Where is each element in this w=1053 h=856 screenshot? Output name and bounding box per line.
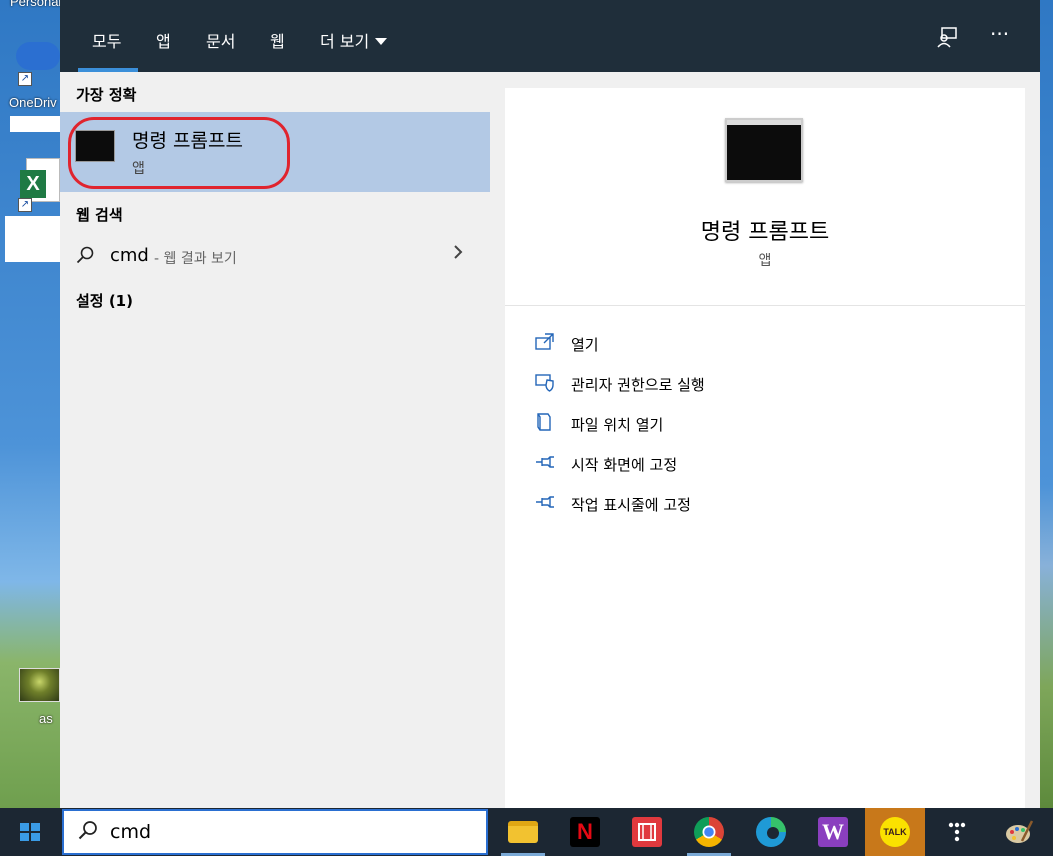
open-icon	[535, 332, 555, 352]
action-open-label: 열기	[571, 336, 599, 354]
action-open-file-location[interactable]: 파일 위치 열기	[535, 410, 995, 440]
web-result-hint: - 웹 결과 보기	[154, 251, 237, 267]
taskbar: N W TALK	[0, 808, 1053, 856]
action-open-file-location-label: 파일 위치 열기	[571, 416, 664, 434]
taskbar-paint[interactable]	[989, 808, 1049, 856]
tab-more[interactable]: 더 보기	[320, 28, 388, 52]
preview-subtitle: 앱	[758, 253, 772, 269]
excel-icon[interactable]: X	[20, 170, 46, 198]
chevron-down-icon	[375, 38, 388, 45]
feedback-icon[interactable]	[936, 26, 958, 53]
tab-all[interactable]: 모두	[92, 28, 121, 52]
onedrive-icon[interactable]	[16, 42, 60, 70]
taskbar-netflix[interactable]: N	[555, 808, 615, 856]
desktop-label-onedrive: OneDriv	[9, 95, 57, 110]
paint-icon	[1004, 817, 1034, 847]
preview-pane: 명령 프롬프트 앱 열기 관리자 권한으로 실행 파일 위치 열기 시작 화면에…	[505, 88, 1025, 808]
chevron-right-icon[interactable]	[452, 242, 464, 267]
shortcut-arrow-icon: ↗	[18, 198, 32, 212]
web-result-query: cmd	[110, 245, 149, 266]
taskbar-file-explorer[interactable]	[493, 808, 553, 856]
web-search-result[interactable]: cmd - 웹 결과 보기	[60, 238, 490, 274]
dots-app-icon	[942, 817, 972, 847]
taskbar-edge[interactable]	[741, 808, 801, 856]
tab-more-label: 더 보기	[320, 32, 370, 51]
tab-documents[interactable]: 문서	[206, 28, 235, 52]
desktop-label-photo: as	[39, 711, 53, 726]
taskbar-dots-app[interactable]	[927, 808, 987, 856]
search-input[interactable]	[110, 821, 470, 843]
highlight-annotation	[68, 117, 290, 189]
netflix-icon: N	[570, 817, 600, 847]
pin-icon	[535, 492, 555, 512]
tab-apps[interactable]: 앱	[156, 28, 171, 52]
tab-web[interactable]: 웹	[270, 28, 285, 52]
windows-logo-icon	[20, 823, 40, 841]
search-icon	[76, 246, 94, 269]
more-options-icon[interactable]: ···	[990, 22, 1009, 46]
action-pin-to-taskbar-label: 작업 표시줄에 고정	[571, 496, 691, 514]
action-run-as-admin-label: 관리자 권한으로 실행	[571, 376, 705, 394]
shortcut-arrow-icon: ↗	[18, 72, 32, 86]
taskbar-chrome[interactable]	[679, 808, 739, 856]
results-column: 가장 정확 명령 프롬프트 앱 웹 검색 cmd - 웹 결과 보기 설정 (1…	[60, 72, 490, 808]
file-explorer-icon	[508, 821, 538, 843]
action-open[interactable]: 열기	[535, 330, 995, 360]
start-button[interactable]	[0, 808, 60, 856]
taskbar-video-editor[interactable]	[617, 808, 677, 856]
action-pin-to-start[interactable]: 시작 화면에 고정	[535, 450, 995, 480]
w-app-icon: W	[818, 817, 848, 847]
section-settings[interactable]: 설정 (1)	[76, 290, 133, 311]
shield-icon	[535, 372, 555, 392]
taskbar-search-box[interactable]	[62, 809, 488, 855]
preview-header: 명령 프롬프트 앱	[505, 88, 1025, 306]
preview-title: 명령 프롬프트	[700, 220, 830, 245]
best-match-item[interactable]: 명령 프롬프트 앱	[60, 112, 490, 192]
search-tab-bar: 모두 앱 문서 웹 더 보기 ···	[60, 0, 1040, 72]
section-web-search: 웹 검색	[76, 206, 123, 224]
action-pin-to-start-label: 시작 화면에 고정	[571, 456, 678, 474]
command-prompt-large-icon	[725, 118, 803, 182]
chrome-icon	[694, 817, 724, 847]
taskbar-kakaotalk[interactable]: TALK	[865, 808, 925, 856]
edge-icon	[756, 817, 786, 847]
desktop-selection-box	[5, 216, 60, 262]
action-run-as-admin[interactable]: 관리자 권한으로 실행	[535, 370, 995, 400]
kakaotalk-icon: TALK	[880, 817, 910, 847]
action-pin-to-taskbar[interactable]: 작업 표시줄에 고정	[535, 490, 995, 520]
search-panel: 모두 앱 문서 웹 더 보기 ··· 가장 정확 명령 프롬프트 앱 웹 검색 …	[60, 0, 1040, 808]
section-best-match: 가장 정확	[76, 86, 137, 104]
desktop-label-strip	[10, 116, 60, 132]
search-icon	[78, 820, 98, 845]
pin-icon	[535, 452, 555, 472]
file-location-icon	[535, 412, 555, 432]
desktop-background-edge	[1040, 0, 1053, 808]
photo-file-icon[interactable]	[19, 668, 60, 702]
video-editor-icon	[632, 817, 662, 847]
taskbar-w-app[interactable]: W	[803, 808, 863, 856]
